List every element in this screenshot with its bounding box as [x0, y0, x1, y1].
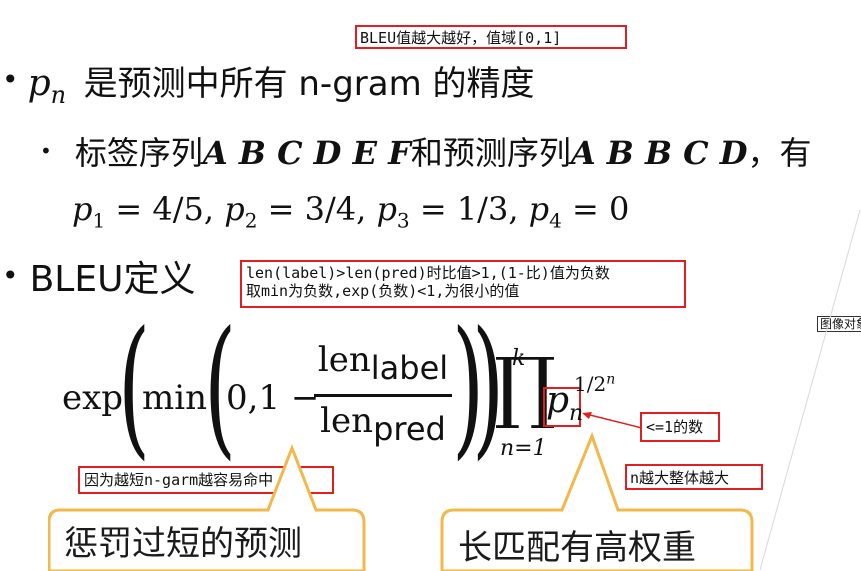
- example-prefix: 标签序列: [74, 134, 203, 172]
- sub-bullet-dot: •: [40, 139, 52, 163]
- pred-sequence: A B B C D: [570, 134, 748, 172]
- bullet-bleu: • BLEU定义: [2, 250, 195, 302]
- formula-exponent: 1/2n: [574, 371, 616, 396]
- penalty-note-line2: 取min为负数,exp(负数)<1,为很小的值: [246, 282, 520, 300]
- side-diagonal-line: [760, 210, 861, 571]
- bleu-range-text: BLEU值越大越好，值域[0,1]: [360, 29, 562, 47]
- bullet-example: • 标签序列A B C D E F和预测序列A B B C D，有: [40, 128, 812, 174]
- example-mid: 和预测序列: [410, 134, 571, 172]
- formula-exp: exp: [62, 378, 124, 418]
- fraction-numerator: lenlabel: [317, 340, 449, 387]
- pn-description: 是预测中所有 n-gram 的精度: [83, 64, 535, 104]
- formula-min: min: [142, 378, 208, 418]
- bullet-dot: •: [2, 63, 19, 96]
- example-suffix: ，有: [747, 134, 812, 172]
- p2: p2 = 3/4,: [224, 190, 367, 233]
- callout-penalize-text: 惩罚过短的预测: [64, 524, 302, 564]
- fraction-bar: [314, 394, 452, 397]
- formula-zero-one: 0,1 −: [226, 378, 320, 418]
- bleu-range-note: BLEU值越大越好，值域[0,1]: [355, 25, 627, 49]
- p-values-line: p1 = 4/5, p2 = 3/4, p3 = 1/3, p4 = 0: [72, 190, 630, 233]
- callout-weight-text: 长匹配有高权重: [458, 528, 696, 568]
- bullet-pn: • pn 是预测中所有 n-gram 的精度: [2, 56, 535, 110]
- penalty-note-line1: len(label)>len(pred)时比值>1,(1-比)值为负数: [246, 264, 610, 282]
- pn-symbol: pn: [27, 63, 67, 110]
- label-sequence: A B C D E F: [202, 134, 411, 172]
- bleu-def-title: BLEU定义: [29, 259, 196, 300]
- p4: p4 = 0: [528, 190, 630, 233]
- fraction: lenlabel lenpred: [314, 340, 452, 451]
- p1: p1 = 4/5,: [72, 190, 215, 233]
- bullet-dot: •: [2, 259, 19, 292]
- p3: p3 = 1/3,: [376, 190, 519, 233]
